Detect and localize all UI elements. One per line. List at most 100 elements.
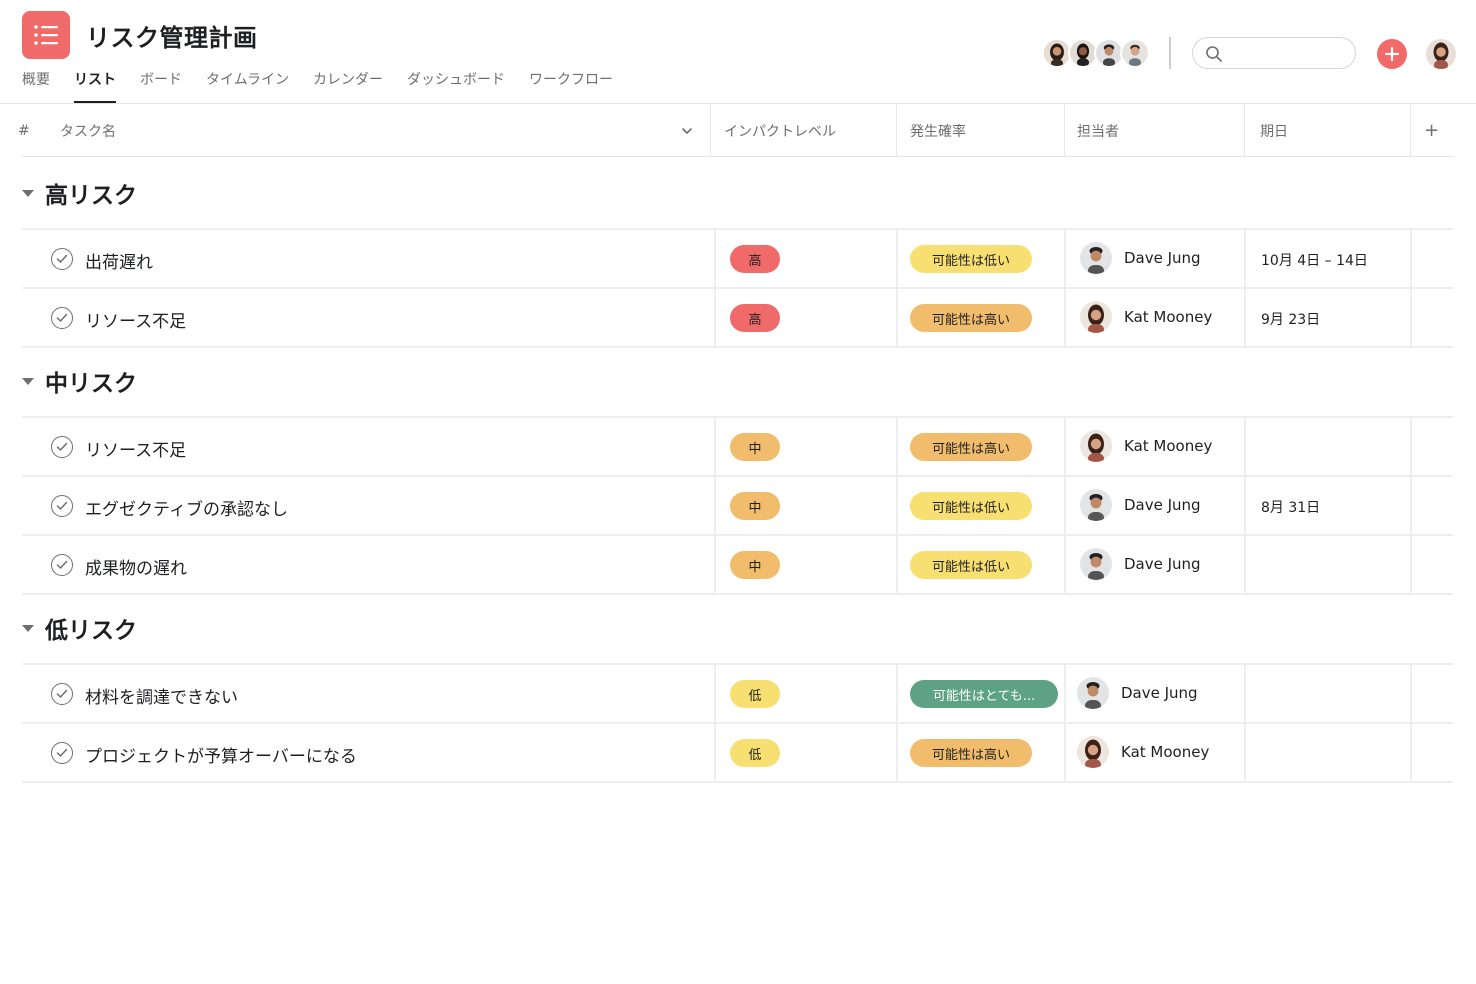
- caret-down-icon[interactable]: [22, 377, 34, 385]
- view-tabs: 概要 リスト ボード タイムライン カレンダー ダッシュボード ワークフロー: [22, 66, 637, 104]
- due-date[interactable]: 10月 4日 – 14日: [1261, 250, 1368, 270]
- complete-check-icon[interactable]: [51, 683, 73, 705]
- user-avatar[interactable]: [1426, 39, 1456, 69]
- task-name[interactable]: プロジェクトが予算オーバーになる: [85, 742, 357, 767]
- assignee-name: Kat Mooney: [1124, 437, 1213, 455]
- complete-check-icon[interactable]: [51, 742, 73, 764]
- avatar: [1080, 430, 1112, 462]
- impact-badge[interactable]: 高: [730, 245, 780, 273]
- cell-divider: [896, 536, 898, 593]
- tab-overview[interactable]: 概要: [22, 66, 50, 102]
- section-header[interactable]: 中リスク: [22, 346, 137, 416]
- cell-divider: [1244, 289, 1246, 346]
- task-row[interactable]: エグゼクティブの承認なし 中 可能性は低い Dave Jung 8月 31日: [22, 477, 1453, 536]
- tab-calendar[interactable]: カレンダー: [313, 66, 383, 102]
- search-field[interactable]: [1192, 37, 1356, 69]
- section-title: 低リスク: [45, 618, 137, 644]
- caret-down-icon[interactable]: [22, 624, 34, 632]
- cell-divider: [1244, 724, 1246, 781]
- add-button[interactable]: [1377, 39, 1407, 69]
- task-row[interactable]: リソース不足 中 可能性は高い Kat Mooney: [22, 418, 1453, 477]
- assignee-cell[interactable]: Dave Jung: [1080, 489, 1201, 521]
- section-header[interactable]: 低リスク: [22, 593, 137, 663]
- impact-badge[interactable]: 中: [730, 492, 780, 520]
- task-row[interactable]: 材料を調達できない 低 可能性はとても... Dave Jung: [22, 665, 1453, 724]
- due-date[interactable]: 8月 31日: [1261, 497, 1320, 517]
- tab-workflow[interactable]: ワークフロー: [529, 66, 613, 102]
- tab-list[interactable]: リスト: [74, 66, 116, 103]
- impact-badge[interactable]: 中: [730, 433, 780, 461]
- probability-badge[interactable]: 可能性は低い: [910, 551, 1032, 579]
- impact-badge[interactable]: 低: [730, 739, 780, 767]
- assignee-name: Kat Mooney: [1124, 308, 1213, 326]
- assignee-cell[interactable]: Dave Jung: [1080, 242, 1201, 274]
- tab-timeline[interactable]: タイムライン: [206, 66, 289, 102]
- probability-badge[interactable]: 可能性は低い: [910, 245, 1032, 273]
- project-members[interactable]: [1042, 38, 1150, 68]
- task-row[interactable]: 出荷遅れ 高 可能性は低い Dave Jung 10月 4日 – 14日: [22, 230, 1453, 289]
- complete-check-icon[interactable]: [51, 554, 73, 576]
- assignee-cell[interactable]: Dave Jung: [1080, 548, 1201, 580]
- tab-board[interactable]: ボード: [140, 66, 182, 102]
- column-probability[interactable]: 発生確率: [910, 104, 966, 157]
- column-due-date[interactable]: 期日: [1260, 104, 1288, 157]
- add-column-button[interactable]: +: [1424, 104, 1439, 157]
- due-date[interactable]: 9月 23日: [1261, 309, 1320, 329]
- task-name[interactable]: 成果物の遅れ: [85, 554, 187, 579]
- task-name[interactable]: リソース不足: [85, 307, 186, 332]
- task-name[interactable]: 出荷遅れ: [85, 248, 153, 273]
- task-name[interactable]: 材料を調達できない: [85, 683, 238, 708]
- task-row[interactable]: リソース不足 高 可能性は高い Kat Mooney 9月 23日: [22, 289, 1453, 348]
- chevron-down-icon[interactable]: [680, 104, 694, 157]
- complete-check-icon[interactable]: [51, 248, 73, 270]
- task-name[interactable]: リソース不足: [85, 436, 186, 461]
- complete-check-icon[interactable]: [51, 495, 73, 517]
- column-impact[interactable]: インパクトレベル: [724, 104, 836, 157]
- impact-badge[interactable]: 中: [730, 551, 780, 579]
- cell-divider: [1064, 477, 1066, 534]
- probability-badge[interactable]: 可能性は高い: [910, 739, 1032, 767]
- column-divider: [1410, 104, 1411, 157]
- impact-badge[interactable]: 低: [730, 680, 780, 708]
- task-row[interactable]: 成果物の遅れ 中 可能性は低い Dave Jung: [22, 536, 1453, 595]
- column-assignee[interactable]: 担当者: [1077, 104, 1119, 157]
- avatar: [1080, 301, 1112, 333]
- cell-divider: [896, 477, 898, 534]
- cell-divider: [1064, 724, 1066, 781]
- assignee-name: Dave Jung: [1121, 684, 1198, 702]
- member-avatar: [1120, 38, 1150, 68]
- complete-check-icon[interactable]: [51, 307, 73, 329]
- cell-divider: [1410, 289, 1412, 346]
- assignee-cell[interactable]: Kat Mooney: [1077, 736, 1209, 768]
- header-divider: [1169, 37, 1171, 69]
- task-name[interactable]: エグゼクティブの承認なし: [85, 495, 288, 520]
- task-row[interactable]: プロジェクトが予算オーバーになる 低 可能性は高い Kat Mooney: [22, 724, 1453, 783]
- section-header[interactable]: 高リスク: [22, 158, 137, 228]
- column-task-name[interactable]: タスク名: [60, 104, 116, 157]
- assignee-name: Dave Jung: [1124, 555, 1201, 573]
- caret-down-icon[interactable]: [22, 189, 34, 197]
- column-header-row: # タスク名 インパクトレベル 発生確率 担当者 期日 +: [0, 104, 1476, 157]
- project-list-icon[interactable]: [22, 11, 70, 59]
- cell-divider: [1064, 665, 1066, 722]
- project-title[interactable]: リスク管理計画: [86, 18, 258, 53]
- probability-badge[interactable]: 可能性は高い: [910, 433, 1032, 461]
- assignee-cell[interactable]: Dave Jung: [1077, 677, 1198, 709]
- avatar: [1080, 548, 1112, 580]
- probability-badge[interactable]: 可能性は高い: [910, 304, 1032, 332]
- assignee-cell[interactable]: Kat Mooney: [1080, 301, 1212, 333]
- search-input[interactable]: [1229, 43, 1347, 63]
- probability-badge[interactable]: 可能性は低い: [910, 492, 1032, 520]
- cell-divider: [714, 536, 716, 593]
- impact-badge[interactable]: 高: [730, 304, 780, 332]
- probability-badge[interactable]: 可能性はとても...: [910, 680, 1058, 708]
- cell-divider: [896, 289, 898, 346]
- section-title: 中リスク: [45, 371, 137, 397]
- cell-divider: [896, 665, 898, 722]
- column-divider: [710, 104, 711, 157]
- search-icon: [1205, 45, 1223, 67]
- complete-check-icon[interactable]: [51, 436, 73, 458]
- tab-dashboard[interactable]: ダッシュボード: [407, 66, 505, 102]
- column-divider: [1244, 104, 1245, 157]
- assignee-cell[interactable]: Kat Mooney: [1080, 430, 1212, 462]
